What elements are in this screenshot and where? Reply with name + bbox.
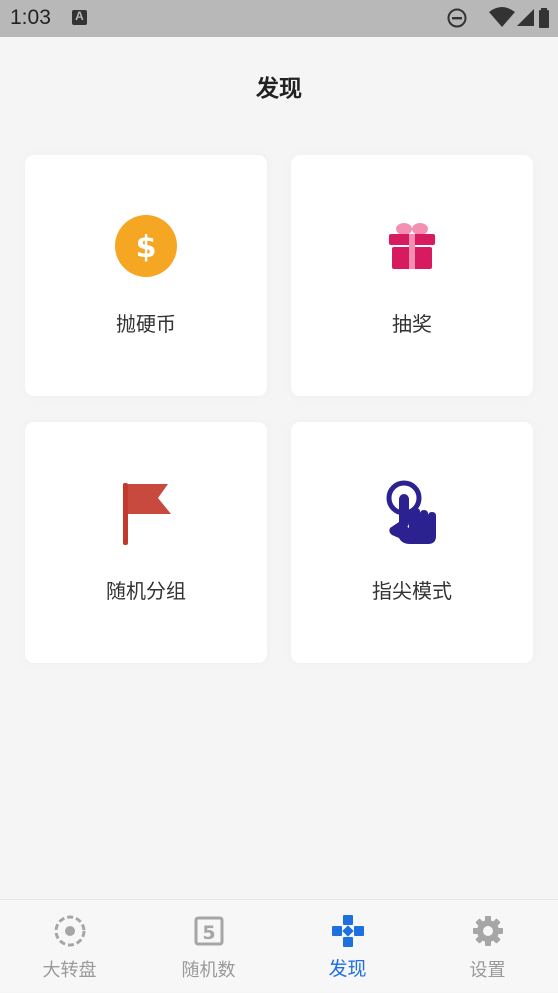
nav-label: 发现 (328, 958, 367, 980)
app-header: 发现 (0, 37, 558, 129)
nav-item-wheel[interactable]: 大转盘 (0, 900, 139, 993)
signal-icon (517, 9, 534, 26)
nav-label: 大转盘 (42, 960, 97, 981)
do-not-disturb-icon (447, 8, 467, 28)
wifi-icon (489, 7, 515, 27)
svg-text:$: $ (136, 230, 157, 265)
nav-item-settings[interactable]: 设置 (418, 900, 557, 993)
battery-icon (539, 8, 549, 28)
page-title: 发现 (256, 76, 302, 102)
gear-icon (472, 916, 503, 946)
card-label: 指尖模式 (372, 579, 452, 603)
nav-label: 设置 (469, 960, 506, 981)
flag-icon (123, 483, 171, 545)
wheel-icon (54, 915, 85, 947)
touch-finger-icon (386, 480, 436, 544)
gamepad-icon (331, 915, 364, 947)
card-fingertip-mode[interactable]: 指尖模式 (291, 422, 533, 663)
number-five-icon: 5 (194, 916, 223, 946)
nav-item-discover[interactable]: 发现 (278, 900, 417, 993)
card-random-group[interactable]: 随机分组 (25, 422, 267, 663)
svg-text:5: 5 (202, 922, 215, 944)
nav-item-random-number[interactable]: 5 随机数 (139, 900, 278, 993)
coin-dollar-icon: $ (115, 215, 177, 277)
status-bar: 1:03 (0, 0, 558, 37)
card-lottery[interactable]: 抽奖 (291, 155, 533, 396)
nav-label: 随机数 (181, 960, 236, 981)
card-label: 随机分组 (106, 579, 186, 603)
gift-icon (389, 223, 435, 269)
card-label: 抛硬币 (116, 312, 176, 336)
card-label: 抽奖 (392, 312, 432, 336)
notification-app-icon (72, 9, 87, 25)
bottom-nav: 大转盘 5 随机数 发现 设置 (0, 899, 558, 992)
status-time: 1:03 (10, 6, 51, 29)
card-coin-flip[interactable]: $ 抛硬币 (25, 155, 267, 396)
